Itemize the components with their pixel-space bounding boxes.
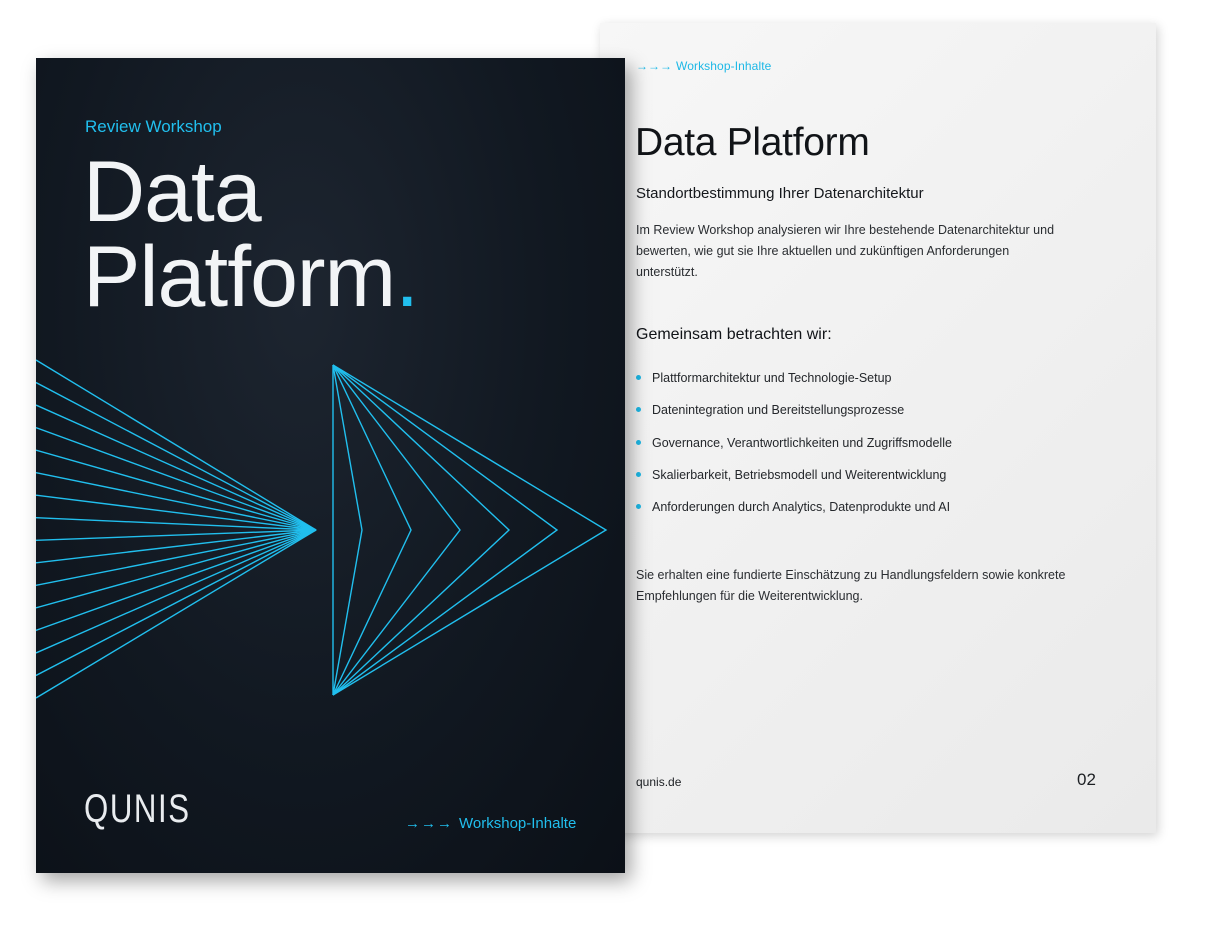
closing-paragraph: Sie erhalten eine fundierte Einschätzung… — [636, 568, 1066, 603]
bullet-icon — [636, 471, 641, 477]
fan-line — [36, 471, 317, 531]
triple-arrow-icon: →→→ — [405, 815, 453, 832]
page-title: Data Platform — [635, 121, 870, 164]
list-item: Datenintegration und Bereitstellungsproz… — [636, 402, 952, 434]
workshop-contents-label: Workshop-Inhalte — [459, 815, 577, 832]
fan-line — [36, 426, 317, 531]
fan-line — [36, 359, 317, 531]
qunis-logo: QUNIS — [84, 787, 191, 831]
cover-title-line1: Data — [83, 144, 262, 240]
bullet-icon — [636, 439, 641, 445]
fan-line — [36, 381, 317, 531]
page-subtitle: Standortbestimmung Ihrer Datenarchitektu… — [636, 185, 924, 202]
list-item: Anforderungen durch Analytics, Datenprod… — [636, 499, 952, 531]
chevron-line — [332, 364, 559, 696]
chevron-line — [332, 364, 363, 696]
fan-line — [36, 529, 317, 677]
fan-line — [36, 517, 317, 531]
fan-line — [36, 494, 317, 531]
chevron-line — [332, 364, 461, 696]
fan-line — [36, 529, 317, 632]
list-item-label: Plattformarchitektur und Technologie-Set… — [652, 371, 892, 385]
topic-list: Plattformarchitektur und Technologie-Set… — [636, 370, 952, 531]
list-item-label: Datenintegration und Bereitstellungsproz… — [652, 403, 905, 418]
section-kicker: →→→ Workshop-Inhalte — [636, 59, 771, 73]
list-item: Plattformarchitektur und Technologie-Set… — [636, 370, 952, 402]
chevron-lines — [332, 364, 608, 696]
fan-line — [36, 529, 317, 609]
workshop-contents-link[interactable]: →→→ Workshop-Inhalte — [405, 815, 576, 832]
bullet-icon — [636, 375, 641, 380]
cover-kicker: Review Workshop — [85, 117, 222, 136]
fan-line — [36, 449, 317, 531]
list-item-label: Anforderungen durch Analytics, Datenprod… — [652, 500, 951, 515]
footer-url[interactable]: qunis.de — [636, 775, 681, 789]
cover-title-line2: Platform — [83, 229, 396, 325]
chevron-line — [332, 364, 608, 696]
section-heading: Gemeinsam betrachten wir: — [636, 326, 832, 343]
bullet-icon — [636, 504, 641, 510]
fan-lines — [36, 359, 317, 699]
triple-arrow-icon: →→→ — [636, 59, 672, 73]
list-item: Skalierbarkeit, Betriebsmodell und Weite… — [636, 467, 952, 499]
fan-line — [36, 529, 317, 654]
list-item-label: Governance, Verantwortlichkeiten und Zug… — [652, 435, 952, 450]
page-number: 02 — [1077, 770, 1096, 789]
list-item-label: Skalierbarkeit, Betriebsmodell und Weite… — [652, 467, 947, 482]
fan-line — [36, 404, 317, 531]
back-page: →→→ Workshop-Inhalte Data Platform Stando… — [600, 23, 1156, 833]
cover-title: Data Platform. — [83, 149, 419, 320]
chevron-line — [332, 364, 511, 696]
list-item: Governance, Verantwortlichkeiten und Zug… — [636, 435, 952, 467]
fan-line — [36, 529, 317, 699]
title-accent-dot: . — [395, 229, 419, 325]
bullet-icon — [636, 407, 641, 413]
intro-paragraph: Im Review Workshop analysieren wir Ihre … — [636, 223, 1055, 279]
brochure-cover: Review Workshop Data Platform. QUNIS →→→ W… — [36, 58, 625, 873]
section-kicker-label: Workshop-Inhalte — [676, 59, 772, 73]
